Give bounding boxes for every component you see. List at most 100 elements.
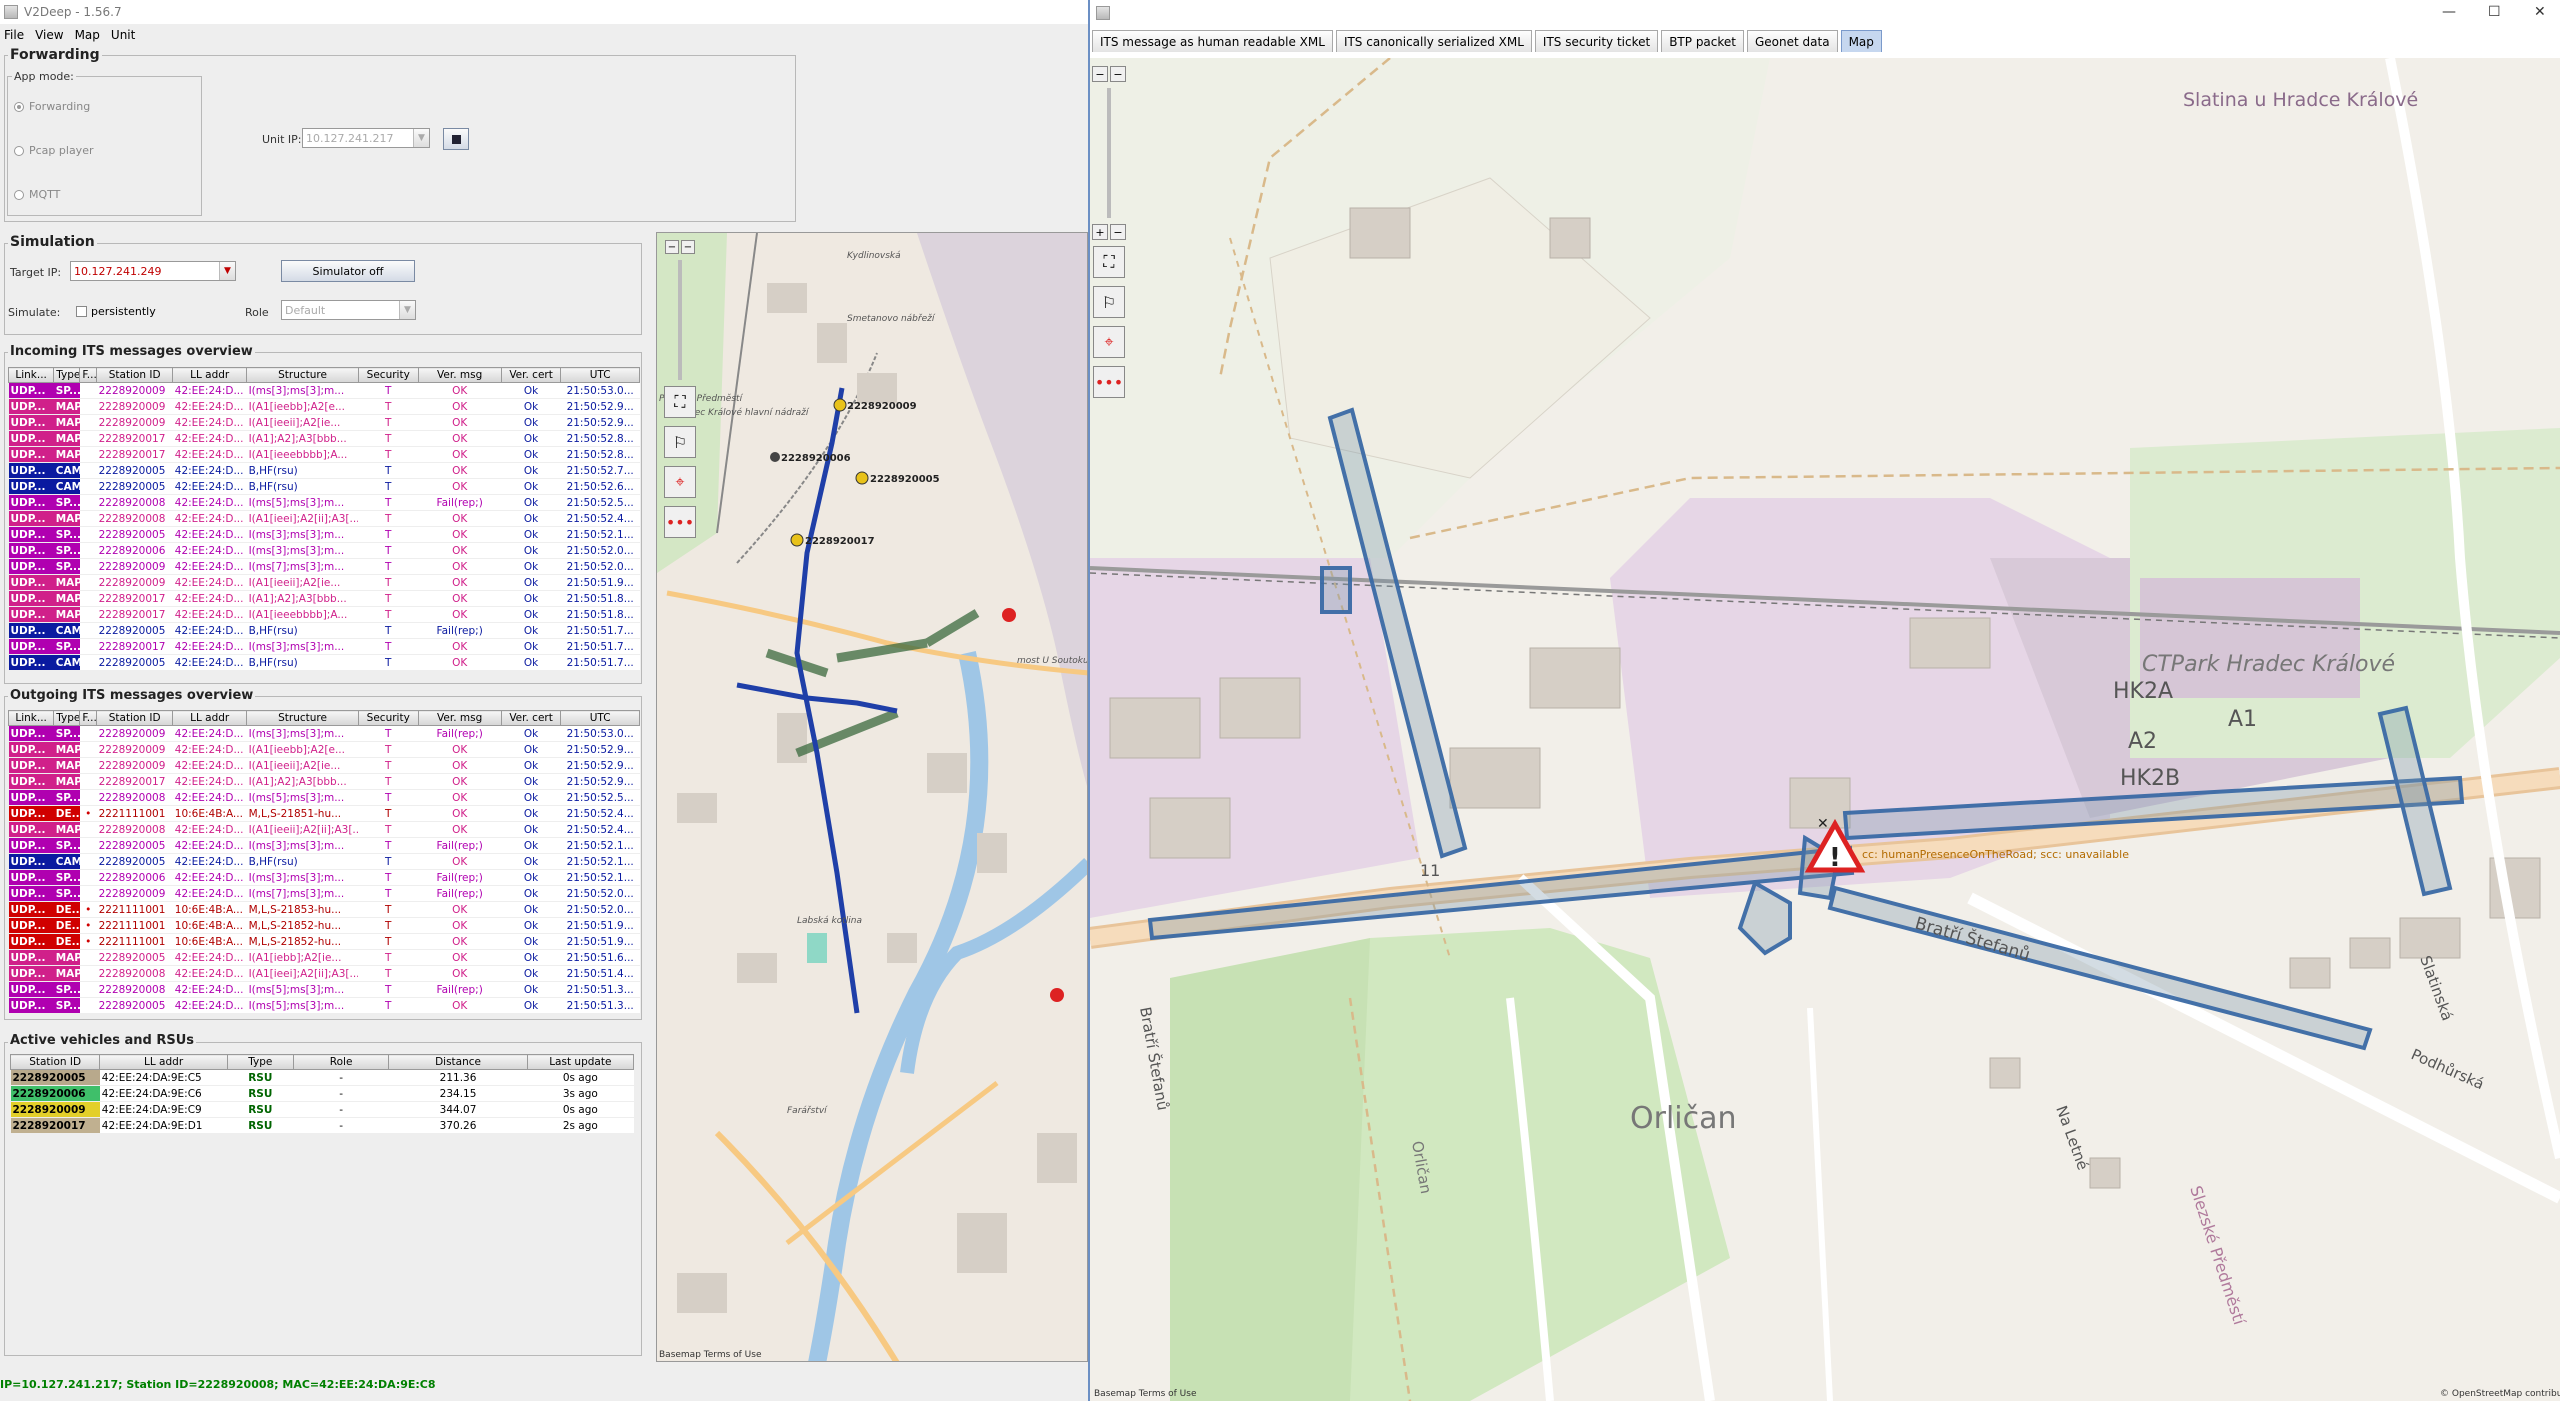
- column-header[interactable]: LL addr: [172, 710, 248, 726]
- tab-btp-packet[interactable]: BTP packet: [1661, 30, 1744, 52]
- column-header[interactable]: F...: [79, 367, 98, 383]
- zoom-reset-button[interactable]: −: [1110, 224, 1126, 240]
- more-icon[interactable]: •••: [664, 506, 696, 538]
- mode-pcap-radio[interactable]: Pcap player: [14, 144, 93, 157]
- column-header[interactable]: Link...: [7, 367, 55, 383]
- table-row[interactable]: UDP... SP... 2228920005 42:EE:24:D... I(ms[5…: [8, 997, 640, 1014]
- zoom-in-button[interactable]: +: [1092, 224, 1108, 240]
- tab-security-ticket[interactable]: ITS security ticket: [1534, 30, 1659, 52]
- column-header[interactable]: UTC: [560, 710, 640, 726]
- table-row[interactable]: UDP... MAP 2228920005 42:EE:24:D... I(A1[ieb…: [8, 949, 640, 966]
- fit-view-icon[interactable]: ⛶: [1093, 246, 1125, 278]
- column-header[interactable]: Structure: [246, 710, 359, 726]
- unit-ip-combo[interactable]: 10.127.241.217 ▼: [302, 128, 430, 148]
- target-ip-combo[interactable]: 10.127.241.249 ▼: [70, 261, 236, 281]
- tab-canonical-xml[interactable]: ITS canonically serialized XML: [1335, 30, 1532, 52]
- table-row[interactable]: UDP... MAP 2228920009 42:EE:24:D... I(A1[iee…: [8, 414, 640, 431]
- table-row[interactable]: UDP...DE...•222111100110:6E:4B:A...M,L,S…: [8, 901, 640, 918]
- column-header[interactable]: Security: [357, 710, 419, 726]
- column-header[interactable]: Station ID: [96, 710, 174, 726]
- column-header[interactable]: Type: [53, 367, 81, 383]
- table-row[interactable]: UDP... MAP 2228920009 42:EE:24:D... I(A1[iee…: [8, 398, 640, 415]
- column-header[interactable]: F...: [79, 710, 98, 726]
- close-icon[interactable]: ✕: [2534, 4, 2546, 20]
- column-header[interactable]: Ver. cert: [500, 367, 562, 383]
- table-row[interactable]: UDP... SP... 2228920009 42:EE:24:D... I(ms[3…: [8, 382, 640, 399]
- simulator-toggle-button[interactable]: Simulator off: [281, 260, 415, 282]
- persistently-checkbox[interactable]: persistently: [76, 305, 156, 318]
- column-header[interactable]: Role: [292, 1054, 390, 1070]
- zoom-slider[interactable]: [1107, 88, 1111, 218]
- unit-stop-button[interactable]: [443, 128, 469, 150]
- zoom-out-alt-button[interactable]: −: [681, 240, 695, 254]
- mode-mqtt-radio[interactable]: MQTT: [14, 188, 60, 201]
- column-header[interactable]: Security: [357, 367, 419, 383]
- more-icon[interactable]: •••: [1093, 366, 1125, 398]
- column-header[interactable]: Link...: [7, 710, 55, 726]
- table-row[interactable]: UDP... SP... 2228920005 42:EE:24:D... I(ms[3…: [8, 837, 640, 854]
- table-row[interactable]: UDP... SP... 2228920008 42:EE:24:D... I(ms[5…: [8, 789, 640, 806]
- table-row[interactable]: UDP... MAP 2228920017 42:EE:24:D... I(A1];A2…: [8, 590, 640, 607]
- table-row[interactable]: UDP...DE...•222111100110:6E:4B:A...M,L,S…: [8, 805, 640, 822]
- table-row[interactable]: UDP... MAP 2228920008 42:EE:24:D... I(A1[iee…: [8, 965, 640, 982]
- column-header[interactable]: Structure: [246, 367, 359, 383]
- big-map[interactable]: ! ✕ cc: humanPresenceOnTheRoad; scc: una…: [1090, 58, 2560, 1401]
- table-row[interactable]: UDP... CAM 2228920005 42:EE:24:D... B,HF(rsu…: [8, 654, 640, 671]
- tab-map[interactable]: Map: [1840, 30, 1882, 52]
- crosshair-icon[interactable]: ⌖: [664, 466, 696, 498]
- table-row[interactable]: 2228920006 42:EE:24:DA:9E:C6 RSU -234.15 3s …: [10, 1085, 634, 1102]
- table-row[interactable]: UDP... MAP 2228920008 42:EE:24:D... I(A1[iee…: [8, 821, 640, 838]
- tab-geonet-data[interactable]: Geonet data: [1747, 30, 1838, 52]
- role-combo[interactable]: Default ▼: [281, 300, 416, 320]
- table-row[interactable]: UDP... CAM 2228920005 42:EE:24:D... B,HF(rsu…: [8, 478, 640, 495]
- table-row[interactable]: UDP... SP... 2228920008 42:EE:24:D... I(ms[5…: [8, 494, 640, 511]
- table-row[interactable]: UDP... MAP 2228920017 42:EE:24:D... I(A1];A2…: [8, 430, 640, 447]
- column-header[interactable]: Ver. cert: [500, 710, 562, 726]
- column-header[interactable]: UTC: [560, 367, 640, 383]
- table-row[interactable]: UDP... MAP 2228920017 42:EE:24:D... I(A1];A2…: [8, 773, 640, 790]
- column-header[interactable]: LL addr: [172, 367, 248, 383]
- table-row[interactable]: UDP... SP... 2228920009 42:EE:24:D... I(ms[7…: [8, 885, 640, 902]
- table-row[interactable]: UDP...DE...•222111100110:6E:4B:A...M,L,S…: [8, 917, 640, 934]
- menu-view[interactable]: View: [35, 28, 63, 42]
- flag-icon[interactable]: ⚐: [1093, 286, 1125, 318]
- table-row[interactable]: UDP... SP... 2228920009 42:EE:24:D... I(ms[7…: [8, 558, 640, 575]
- table-row[interactable]: UDP... SP... 2228920017 42:EE:24:D... I(ms[3…: [8, 638, 640, 655]
- column-header[interactable]: Station ID: [9, 1054, 101, 1070]
- table-row[interactable]: UDP... MAP 2228920009 42:EE:24:D... I(A1[iee…: [8, 741, 640, 758]
- zoom-out-button[interactable]: −: [1092, 66, 1108, 82]
- table-row[interactable]: 2228920017 42:EE:24:DA:9E:D1 RSU -370.26 2s …: [10, 1117, 634, 1134]
- menu-unit[interactable]: Unit: [111, 28, 135, 42]
- table-row[interactable]: UDP...DE...•222111100110:6E:4B:A...M,L,S…: [8, 933, 640, 950]
- fit-view-icon[interactable]: ⛶: [664, 386, 696, 418]
- column-header[interactable]: Type: [53, 710, 81, 726]
- minimize-icon[interactable]: —: [2442, 4, 2456, 20]
- table-row[interactable]: UDP... MAP 2228920009 42:EE:24:D... I(A1[iee…: [8, 574, 640, 591]
- column-header[interactable]: Ver. msg: [417, 710, 502, 726]
- table-row[interactable]: UDP... SP... 2228920006 42:EE:24:D... I(ms[3…: [8, 869, 640, 886]
- column-header[interactable]: Distance: [388, 1054, 528, 1070]
- table-row[interactable]: UDP... SP... 2228920005 42:EE:24:D... I(ms[3…: [8, 526, 640, 543]
- table-row[interactable]: UDP... SP... 2228920009 42:EE:24:D... I(ms[3…: [8, 725, 640, 742]
- tab-human-xml[interactable]: ITS message as human readable XML: [1092, 30, 1333, 52]
- table-row[interactable]: 2228920005 42:EE:24:DA:9E:C5 RSU -211.36 0s …: [10, 1069, 634, 1086]
- crosshair-icon[interactable]: ⌖: [1093, 326, 1125, 358]
- table-row[interactable]: UDP... MAP 2228920017 42:EE:24:D... I(A1[iee…: [8, 446, 640, 463]
- table-row[interactable]: UDP... SP... 2228920008 42:EE:24:D... I(ms[5…: [8, 981, 640, 998]
- maximize-icon[interactable]: ☐: [2488, 4, 2501, 20]
- table-row[interactable]: UDP... SP... 2228920006 42:EE:24:D... I(ms[3…: [8, 542, 640, 559]
- menu-map[interactable]: Map: [75, 28, 100, 42]
- column-header[interactable]: LL addr: [99, 1054, 228, 1070]
- table-row[interactable]: UDP... CAM 2228920005 42:EE:24:D... B,HF(rsu…: [8, 462, 640, 479]
- column-header[interactable]: Last update: [526, 1054, 635, 1070]
- table-row[interactable]: UDP... CAM 2228920005 42:EE:24:D... B,HF(rsu…: [8, 853, 640, 870]
- table-row[interactable]: 2228920009 42:EE:24:DA:9E:C9 RSU -344.07 0s …: [10, 1101, 634, 1118]
- small-map[interactable]: 2228920009 2228920006 2228920005 2228920…: [656, 232, 1088, 1362]
- zoom-out-alt-button[interactable]: −: [1110, 66, 1126, 82]
- zoom-slider[interactable]: [678, 260, 682, 380]
- table-row[interactable]: UDP... CAM 2228920005 42:EE:24:D... B,HF(rsu…: [8, 622, 640, 639]
- mode-forwarding-radio[interactable]: Forwarding: [14, 100, 90, 113]
- column-header[interactable]: Type: [226, 1054, 294, 1070]
- menu-file[interactable]: File: [4, 28, 24, 42]
- column-header[interactable]: Station ID: [96, 367, 174, 383]
